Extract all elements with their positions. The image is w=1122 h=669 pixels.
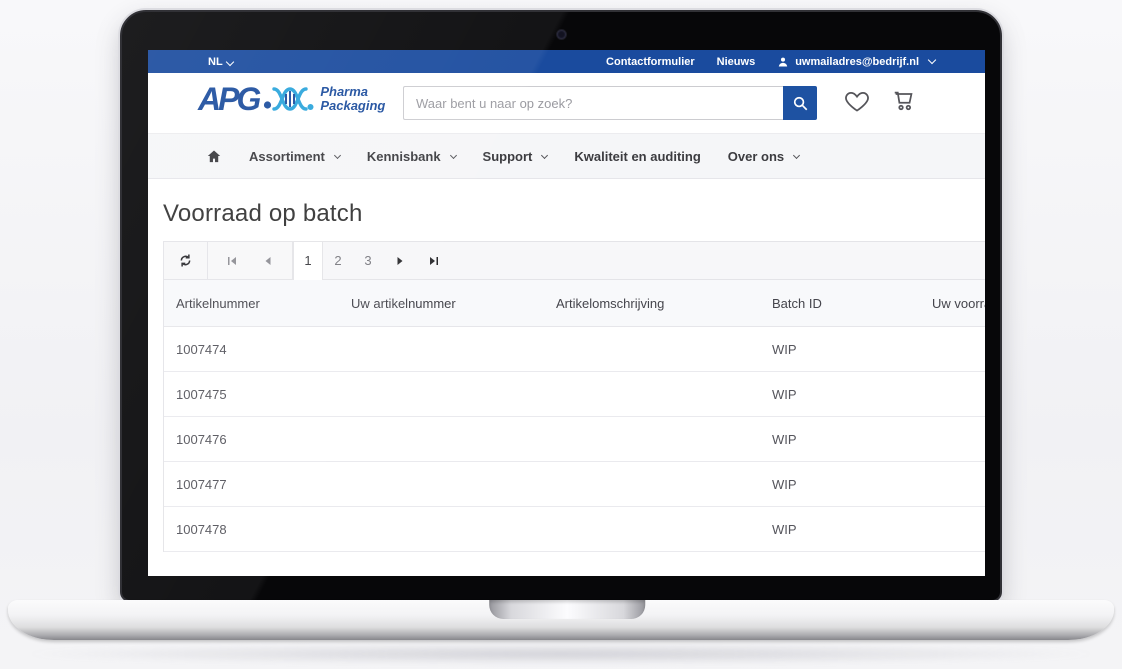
page-number-1[interactable]: 1 <box>293 242 323 280</box>
laptop-screen: NL Contactformulier Nieuws uwmailadres@b… <box>120 10 1002 602</box>
masthead: APG Pharma Packaging <box>148 73 985 133</box>
topbar: NL Contactformulier Nieuws uwmailadres@b… <box>148 50 985 73</box>
next-page-button[interactable] <box>383 242 417 280</box>
logo-tagline: Pharma Packaging <box>320 85 385 114</box>
search-bar <box>403 86 817 120</box>
account-email: uwmailadres@bedrijf.nl <box>795 56 919 68</box>
page-number-3[interactable]: 3 <box>353 242 383 280</box>
laptop-lid-notch <box>489 600 645 619</box>
browser-viewport: NL Contactformulier Nieuws uwmailadres@b… <box>148 50 985 576</box>
contact-link[interactable]: Contactformulier <box>606 56 695 68</box>
col-batch-id: Batch ID <box>760 280 920 327</box>
table-row[interactable]: 1007478 WIP <box>164 507 985 552</box>
table-header-row: Artikelnummer Uw artikelnummer Artikelom… <box>164 280 985 327</box>
nav-home[interactable] <box>206 149 222 164</box>
chevron-down-icon <box>334 151 341 158</box>
prev-page-icon <box>262 255 274 267</box>
table-row[interactable]: 1007475 WIP <box>164 372 985 417</box>
table-row[interactable]: 1007476 WIP <box>164 417 985 462</box>
nav-item-over-ons[interactable]: Over ons <box>728 149 799 164</box>
last-page-button[interactable] <box>417 242 451 280</box>
heart-icon <box>842 87 872 115</box>
last-page-icon <box>428 255 440 267</box>
table-row[interactable]: 1007474 WIP <box>164 327 985 372</box>
nav-item-support[interactable]: Support <box>483 149 548 164</box>
col-uw-artikelnummer: Uw artikelnummer <box>339 280 544 327</box>
page-title: Voorraad op batch <box>163 200 985 228</box>
language-label: NL <box>208 56 223 68</box>
batch-table: Artikelnummer Uw artikelnummer Artikelom… <box>164 280 985 552</box>
laptop-base <box>8 600 1114 640</box>
refresh-icon <box>178 253 193 268</box>
search-button[interactable] <box>783 86 817 120</box>
laptop-shadow <box>30 644 1092 664</box>
first-page-icon <box>226 255 238 267</box>
cart-icon <box>890 87 920 115</box>
language-selector[interactable]: NL <box>208 56 233 68</box>
grid-pagination-toolbar: 1 2 3 <box>164 242 985 280</box>
next-page-icon <box>394 255 406 267</box>
main-navigation: Assortiment Kennisbank Support Kwaliteit… <box>148 133 985 179</box>
news-link[interactable]: Nieuws <box>717 56 756 68</box>
col-artikelnummer: Artikelnummer <box>164 280 339 327</box>
person-icon <box>777 56 789 68</box>
nav-item-kwaliteit[interactable]: Kwaliteit en auditing <box>574 149 700 164</box>
col-artikelomschrijving: Artikelomschrijving <box>544 280 760 327</box>
webcam-icon <box>557 30 566 39</box>
search-icon <box>792 95 809 112</box>
chevron-down-icon <box>793 151 800 158</box>
nav-item-assortiment[interactable]: Assortiment <box>249 149 340 164</box>
cart-button[interactable] <box>890 87 920 118</box>
table-row[interactable]: 1007477 WIP <box>164 462 985 507</box>
nav-item-kennisbank[interactable]: Kennisbank <box>367 149 456 164</box>
page-number-2[interactable]: 2 <box>323 242 353 280</box>
col-uw-voorraad: Uw voorraad <box>920 280 985 327</box>
chevron-down-icon <box>225 57 233 65</box>
logo-acronym: APG <box>198 83 258 115</box>
batch-grid: 1 2 3 Artikelnu <box>163 241 985 552</box>
first-page-button[interactable] <box>226 255 238 267</box>
chevron-down-icon <box>541 151 548 158</box>
dna-helix-icon <box>263 82 315 116</box>
prev-page-button[interactable] <box>262 255 274 267</box>
brand-logo[interactable]: APG Pharma Packaging <box>198 82 385 116</box>
account-menu[interactable]: uwmailadres@bedrijf.nl <box>777 56 935 68</box>
refresh-button[interactable] <box>178 253 193 268</box>
chevron-down-icon <box>928 56 936 64</box>
home-icon <box>206 149 222 164</box>
chevron-down-icon <box>450 151 457 158</box>
search-input[interactable] <box>403 86 783 120</box>
wishlist-button[interactable] <box>842 87 872 118</box>
